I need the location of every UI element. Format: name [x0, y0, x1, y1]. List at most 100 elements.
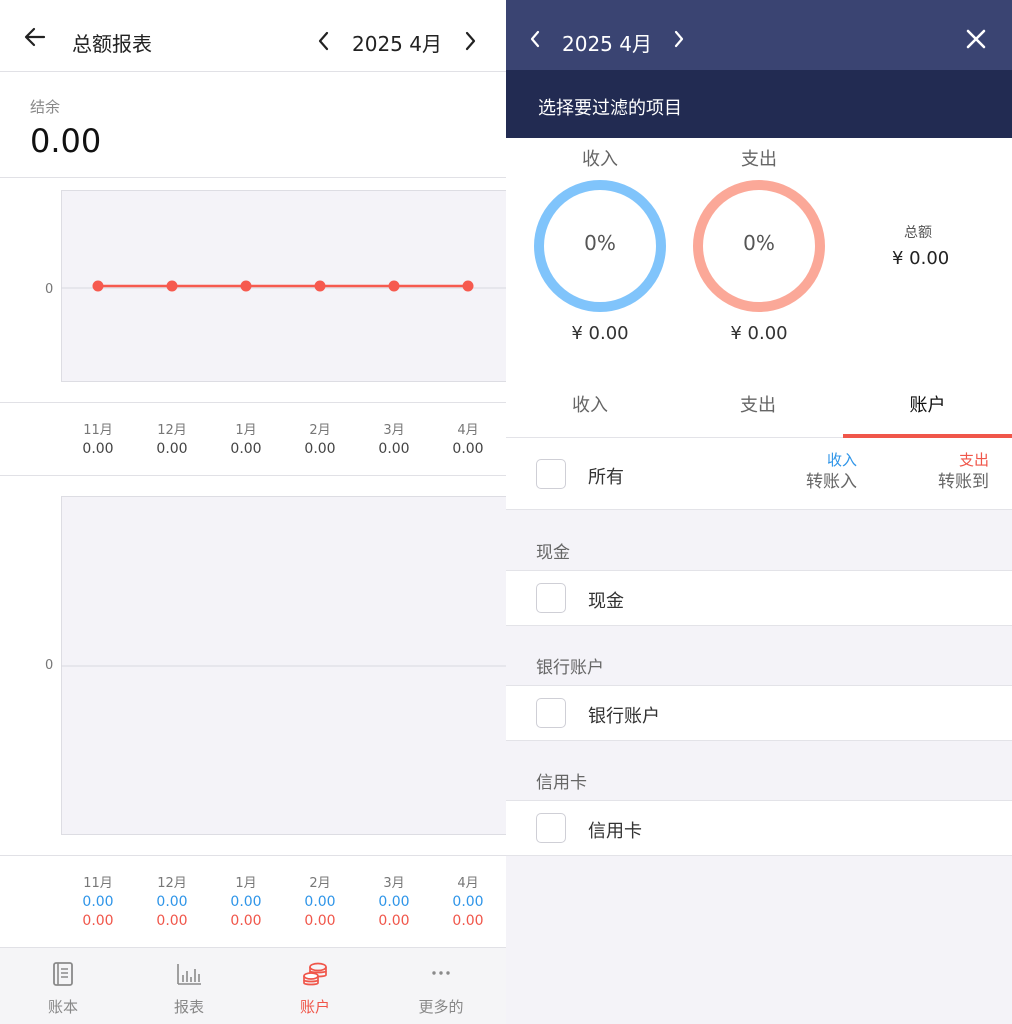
month-label: 3月	[383, 423, 405, 438]
month-income-value: 0.00	[156, 894, 188, 910]
account-label: 现金	[588, 591, 624, 612]
bar-chart-icon	[177, 964, 201, 985]
month-balance-value: 0.00	[378, 441, 410, 457]
top-bar: 总额报表 2025 4月	[0, 0, 506, 72]
close-icon	[966, 29, 986, 49]
tab-label: 报表	[173, 998, 204, 1016]
balance-data-point	[314, 280, 326, 292]
previous-month-button[interactable]	[522, 22, 548, 56]
month-label: 1月	[235, 876, 257, 891]
filter-panel: 2025 4月 选择要过滤的项目 收入 0% ¥ 0.00 支出 0% ¥ 0.…	[506, 0, 1012, 1024]
income-column-label: 收入	[826, 451, 857, 469]
tab-label: 更多的	[418, 998, 464, 1016]
transfer-out-label: 转账到	[938, 472, 989, 492]
balance-line-chart	[61, 280, 506, 292]
account-label: 信用卡	[588, 821, 642, 842]
expense-transfer-out-column: 支出 转账到	[906, 450, 989, 494]
chevron-left-icon	[318, 31, 329, 51]
month-expense-value: 0.00	[82, 913, 114, 929]
expense-column-label: 支出	[958, 451, 989, 469]
next-month-button[interactable]	[456, 24, 484, 58]
summary-panel: 收入 0% ¥ 0.00 支出 0% ¥ 0.00 总额 ¥ 0.00 收入 支…	[506, 138, 1012, 438]
total-report-screen: 总额报表 2025 4月 结余 0.00 0 11月 0.00 12月 0.00 1月 0…	[0, 0, 506, 1024]
tab-income[interactable]: 收入	[506, 378, 674, 438]
previous-month-button[interactable]	[310, 24, 338, 58]
balance-data-point	[92, 280, 104, 292]
bottom-tab-bar: 账本 报表 账户 更多的	[0, 947, 506, 1024]
total-value: ¥ 0.00	[892, 248, 950, 269]
total-label: 总额	[904, 225, 932, 241]
back-arrow-icon	[24, 27, 46, 47]
next-month-button[interactable]	[666, 22, 692, 56]
month-expense-value: 0.00	[304, 913, 336, 929]
tab-accounts[interactable]: 账户	[843, 378, 1012, 438]
balance-data-point	[388, 280, 400, 292]
income-amount: ¥ 0.00	[571, 323, 629, 344]
all-checkbox[interactable]	[536, 459, 566, 489]
month-expense-value: 0.00	[452, 913, 484, 929]
credit-card-checkbox[interactable]	[536, 813, 566, 843]
transfer-in-label: 转账入	[806, 472, 857, 492]
month-label: 12月	[157, 423, 187, 438]
close-button[interactable]	[961, 24, 991, 54]
divider	[0, 177, 506, 178]
month-balance-value: 0.00	[230, 441, 262, 457]
current-month: 2025 4月	[562, 32, 652, 56]
income-transfer-in-column: 收入 转账入	[776, 450, 857, 494]
income-percent: 0%	[584, 231, 616, 255]
month-income-expense-column: 2月 0.00 0.00	[290, 874, 350, 931]
expense-percent: 0%	[743, 231, 775, 255]
tab-more[interactable]: 更多的	[378, 948, 504, 1024]
month-balance-value: 0.00	[452, 441, 484, 457]
all-accounts-row[interactable]: 所有 收入 转账入 支出 转账到	[506, 438, 1012, 510]
filter-tabs: 收入 支出 账户	[506, 378, 1012, 438]
page-title: 总额报表	[72, 32, 152, 56]
account-row-bank[interactable]: 银行账户	[506, 685, 1012, 741]
month-label: 12月	[157, 876, 187, 891]
divider	[0, 402, 506, 403]
cash-checkbox[interactable]	[536, 583, 566, 613]
month-label: 1月	[235, 423, 257, 438]
month-income-value: 0.00	[82, 894, 114, 910]
divider	[0, 475, 506, 476]
chevron-right-icon	[465, 31, 476, 51]
month-income-expense-column: 12月 0.00 0.00	[142, 874, 202, 931]
tab-accounts[interactable]: 账户	[252, 948, 378, 1024]
month-income-value: 0.00	[304, 894, 336, 910]
bank-checkbox[interactable]	[536, 698, 566, 728]
balance-data-point	[166, 280, 178, 292]
month-income-expense-column: 1月 0.00 0.00	[216, 874, 276, 931]
tab-report[interactable]: 报表	[126, 948, 252, 1024]
month-expense-value: 0.00	[156, 913, 188, 929]
back-button[interactable]	[18, 20, 52, 54]
filter-top-bar: 2025 4月	[506, 0, 1012, 70]
group-header-cash: 现金	[536, 543, 570, 563]
group-header-credit-card: 信用卡	[536, 773, 587, 793]
month-balance-value: 0.00	[304, 441, 336, 457]
chevron-left-icon	[530, 30, 540, 48]
tab-expense[interactable]: 支出	[674, 378, 842, 438]
account-row-cash[interactable]: 现金	[506, 570, 1012, 626]
current-month: 2025 4月	[352, 32, 442, 56]
expense-amount: ¥ 0.00	[730, 323, 788, 344]
month-balance-value: 0.00	[82, 441, 114, 457]
balance-data-point	[462, 280, 474, 292]
all-label: 所有	[588, 467, 624, 488]
account-row-credit-card[interactable]: 信用卡	[506, 800, 1012, 856]
group-header-bank: 银行账户	[536, 658, 604, 678]
tab-ledger[interactable]: 账本	[0, 948, 126, 1024]
tab-label: 账本	[47, 998, 78, 1016]
chevron-right-icon	[674, 30, 684, 48]
expense-summary: 支出 0% ¥ 0.00	[689, 148, 829, 346]
month-label: 3月	[383, 876, 405, 891]
month-income-value: 0.00	[378, 894, 410, 910]
income-title: 收入	[582, 149, 618, 170]
month-summary-column: 12月 0.00	[142, 421, 202, 459]
balance-label: 结余	[30, 98, 61, 116]
income-expense-bar-chart	[61, 665, 506, 667]
month-label: 4月	[457, 876, 479, 891]
coins-icon	[303, 962, 327, 986]
income-ring: 0%	[530, 176, 670, 316]
month-income-expense-column: 11月 0.00 0.00	[68, 874, 128, 931]
filter-subheader: 选择要过滤的项目	[506, 70, 1012, 138]
